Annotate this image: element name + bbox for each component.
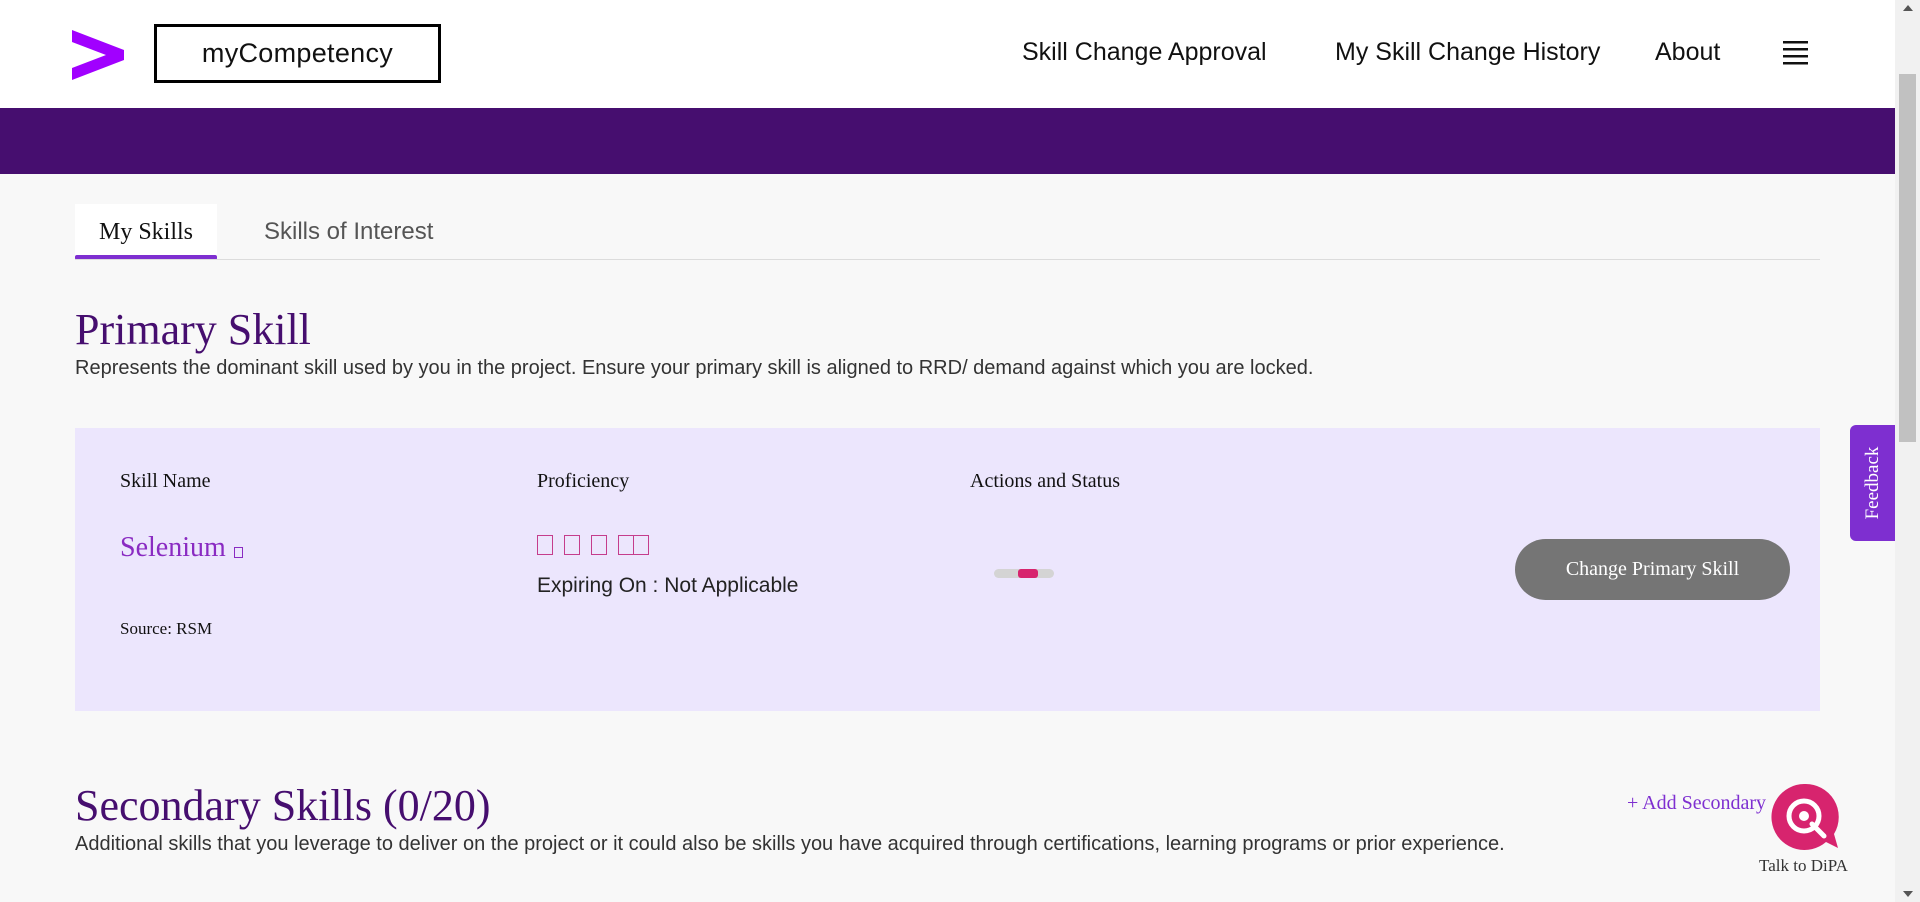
proficiency-star-pair bbox=[618, 535, 649, 555]
tab-divider bbox=[75, 259, 1820, 260]
column-header-skill-name: Skill Name bbox=[120, 470, 211, 492]
tab-my-skills-label: My Skills bbox=[98, 218, 194, 245]
nav-skill-change-history[interactable]: My Skill Change History bbox=[1335, 38, 1600, 67]
feedback-label: Feedback bbox=[1861, 446, 1883, 520]
add-secondary-skill-link[interactable]: + Add Secondary bbox=[1627, 792, 1766, 815]
hamburger-menu-icon[interactable] bbox=[1783, 39, 1808, 65]
scroll-up-arrow-icon[interactable] bbox=[1903, 5, 1913, 11]
top-header: myCompetency Skill Change Approval My Sk… bbox=[0, 0, 1895, 108]
primary-skill-name[interactable]: Selenium bbox=[120, 532, 243, 564]
status-indicator bbox=[994, 569, 1054, 578]
secondary-skills-description: Additional skills that you leverage to d… bbox=[75, 833, 1505, 855]
primary-skill-name-text: Selenium bbox=[120, 532, 226, 563]
dipa-chat-icon[interactable] bbox=[1768, 782, 1840, 850]
tab-skills-of-interest[interactable]: Skills of Interest bbox=[264, 204, 433, 260]
primary-skill-card: Skill Name Proficiency Actions and Statu… bbox=[75, 428, 1820, 711]
change-primary-skill-button[interactable]: Change Primary Skill bbox=[1515, 539, 1790, 600]
purple-banner bbox=[0, 108, 1895, 174]
proficiency-star-icon bbox=[591, 535, 607, 555]
scroll-down-arrow-icon[interactable] bbox=[1903, 891, 1913, 897]
page-scrollbar[interactable] bbox=[1895, 0, 1920, 902]
nav-skill-change-approval[interactable]: Skill Change Approval bbox=[1022, 38, 1267, 67]
app-title[interactable]: myCompetency bbox=[154, 24, 441, 83]
proficiency-star-icon bbox=[618, 535, 634, 555]
talk-to-dipa-label[interactable]: Talk to DiPA bbox=[1759, 856, 1848, 876]
primary-skill-description: Represents the dominant skill used by yo… bbox=[75, 357, 1314, 379]
primary-skill-heading: Primary Skill bbox=[75, 305, 311, 354]
accenture-logo-icon[interactable] bbox=[72, 30, 124, 80]
column-header-proficiency: Proficiency bbox=[537, 470, 630, 492]
status-indicator-knob bbox=[1018, 569, 1038, 578]
skill-info-icon[interactable] bbox=[233, 547, 243, 558]
secondary-skills-heading: Secondary Skills (0/20) bbox=[75, 781, 491, 830]
feedback-tab[interactable]: Feedback bbox=[1850, 425, 1895, 541]
scrollbar-thumb[interactable] bbox=[1899, 74, 1916, 442]
proficiency-rating bbox=[537, 535, 649, 555]
proficiency-star-icon bbox=[537, 535, 553, 555]
column-header-actions-status: Actions and Status bbox=[970, 470, 1120, 492]
nav-about[interactable]: About bbox=[1655, 38, 1720, 67]
proficiency-star-icon bbox=[633, 535, 649, 555]
skill-source: Source: RSM bbox=[120, 619, 213, 638]
skill-expiry: Expiring On : Not Applicable bbox=[537, 574, 799, 597]
tab-my-skills[interactable]: My Skills bbox=[75, 204, 217, 260]
proficiency-star-icon bbox=[564, 535, 580, 555]
